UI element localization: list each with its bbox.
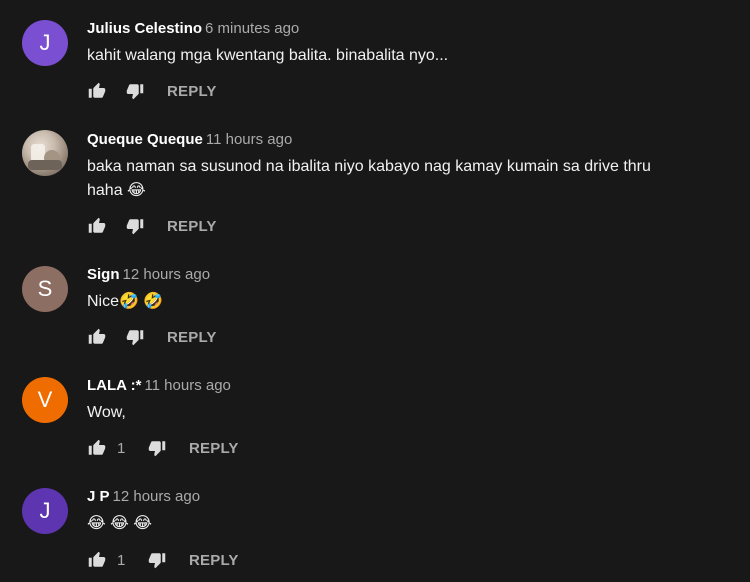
comment-time[interactable]: 6 minutes ago xyxy=(205,20,299,37)
comment-time[interactable]: 12 hours ago xyxy=(123,266,211,283)
comment-time[interactable]: 11 hours ago xyxy=(144,377,230,394)
comment-text: 😂 😂 😂 xyxy=(87,515,152,532)
avatar[interactable]: S xyxy=(22,266,68,312)
reply-button[interactable]: REPLY xyxy=(189,440,239,457)
comment-time[interactable]: 11 hours ago xyxy=(206,131,292,148)
avatar[interactable]: V xyxy=(22,377,68,423)
like-count: 1 xyxy=(117,439,126,457)
comment-text: Wow, xyxy=(87,404,126,421)
reply-button[interactable]: REPLY xyxy=(189,552,239,569)
comment-actions: REPLY xyxy=(87,325,217,349)
thumb-up-icon[interactable] xyxy=(87,438,107,458)
comment-header: Sign 12 hours ago xyxy=(87,265,210,285)
comment-text: baka naman sa susunod na ibalita niyo ka… xyxy=(87,158,651,199)
avatar-letter: V xyxy=(37,387,53,412)
reply-button[interactable]: REPLY xyxy=(167,83,217,100)
avatar[interactable]: J xyxy=(22,20,68,66)
thumb-down-icon[interactable] xyxy=(125,81,145,101)
thumb-up-icon[interactable] xyxy=(87,216,107,236)
comment-header: Julius Celestino 6 minutes ago xyxy=(87,19,299,39)
avatar-letter: S xyxy=(37,276,53,301)
comment-actions: REPLY xyxy=(87,79,217,103)
author-name[interactable]: Sign xyxy=(87,266,120,283)
comment-actions: REPLY xyxy=(87,214,217,238)
author-name[interactable]: Julius Celestino xyxy=(87,20,202,37)
comment-header: Queque Queque 11 hours ago xyxy=(87,130,292,150)
comment-header: LALA :* 11 hours ago xyxy=(87,376,231,396)
thumb-down-icon[interactable] xyxy=(125,327,145,347)
thumb-down-icon[interactable] xyxy=(147,550,167,570)
avatar[interactable]: J xyxy=(22,488,68,534)
comment-time[interactable]: 12 hours ago xyxy=(113,488,201,505)
comment-actions: 1 REPLY xyxy=(87,548,239,572)
avatar[interactable] xyxy=(22,130,68,176)
thumb-up-icon[interactable] xyxy=(87,550,107,570)
avatar-letter: J xyxy=(39,30,51,55)
thumb-down-icon[interactable] xyxy=(147,438,167,458)
author-name[interactable]: J P xyxy=(87,488,110,505)
comment-text: kahit walang mga kwentang balita. binaba… xyxy=(87,47,449,64)
avatar-letter: J xyxy=(39,498,51,523)
thumb-up-icon[interactable] xyxy=(87,81,107,101)
comment-actions: 1 REPLY xyxy=(87,436,239,460)
like-count: 1 xyxy=(117,551,126,569)
comment-text: Nice🤣 🤣 xyxy=(87,293,164,310)
reply-button[interactable]: REPLY xyxy=(167,329,217,346)
thumb-up-icon[interactable] xyxy=(87,327,107,347)
reply-button[interactable]: REPLY xyxy=(167,218,217,235)
author-name[interactable]: LALA :* xyxy=(87,377,141,394)
comment-header: J P 12 hours ago xyxy=(87,487,200,507)
author-name[interactable]: Queque Queque xyxy=(87,131,203,148)
thumb-down-icon[interactable] xyxy=(125,216,145,236)
